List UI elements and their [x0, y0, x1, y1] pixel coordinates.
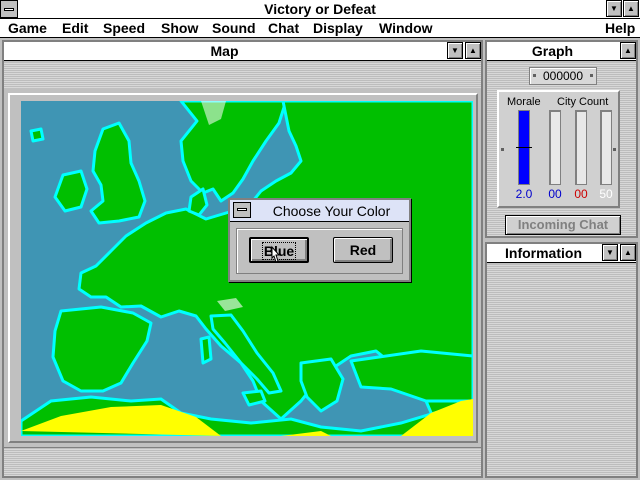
information-minimize-button[interactable]: ▼ [602, 244, 618, 261]
incoming-chat-label: Incoming Chat [517, 217, 609, 232]
map-title: Map [210, 43, 239, 59]
choose-color-dialog: Choose Your Color Blue Red [228, 198, 411, 282]
information-title-bar: Information ▼ ▲ [487, 244, 636, 263]
information-title: Information [505, 245, 582, 261]
score-counter: 000000 [529, 67, 597, 85]
menu-show[interactable]: Show [161, 20, 198, 36]
red-button-label: Red [349, 242, 377, 258]
morale-meter-marker [516, 147, 532, 148]
maximize-button[interactable]: ▲ [623, 0, 639, 17]
city-meter-red [575, 110, 587, 185]
graph-maximize-button[interactable]: ▲ [620, 42, 636, 59]
city-meter-white [600, 110, 612, 185]
city-count-label: City Count [557, 96, 609, 108]
morale-meter [516, 110, 532, 185]
graph-meters: Morale City Count 2.0 00 00 50 [497, 90, 620, 208]
score-counter-value: 000000 [542, 69, 584, 83]
graph-title-bar: Graph ▲ [487, 42, 636, 61]
menu-display[interactable]: Display [313, 20, 363, 36]
app-title: Victory or Defeat [264, 1, 376, 17]
app-title-bar: Victory or Defeat ▼ ▲ [0, 0, 640, 19]
menu-game[interactable]: Game [8, 20, 47, 36]
map-title-bar: Map ▼ ▲ [4, 42, 481, 61]
morale-value: 2.0 [515, 187, 533, 201]
map-toolbar-area [4, 62, 481, 88]
total-city-count: 50 [599, 187, 613, 201]
mouse-cursor-icon [271, 245, 281, 263]
map-minimize-button[interactable]: ▼ [447, 42, 463, 59]
red-button[interactable]: Red [333, 237, 393, 263]
incoming-chat-button[interactable]: Incoming Chat [505, 215, 621, 235]
map-maximize-button[interactable]: ▲ [465, 42, 481, 59]
map-status-area [4, 447, 481, 476]
dialog-body: Blue Red [236, 228, 403, 274]
menu-edit[interactable]: Edit [62, 20, 88, 36]
city-meter-blue [549, 110, 561, 185]
menu-sound[interactable]: Sound [212, 20, 256, 36]
minimize-button[interactable]: ▼ [606, 0, 622, 17]
graph-title: Graph [531, 43, 574, 59]
dialog-system-menu-button[interactable] [233, 202, 251, 218]
counter-left-dot [533, 74, 536, 77]
meter-right-dot [613, 148, 616, 151]
information-window: Information ▼ ▲ [485, 242, 638, 478]
morale-label: Morale [507, 96, 541, 108]
meter-left-dot [501, 148, 504, 151]
information-body [487, 264, 636, 476]
dialog-title-bar: Choose Your Color [230, 200, 409, 222]
menu-chat[interactable]: Chat [268, 20, 299, 36]
menu-speed[interactable]: Speed [103, 20, 145, 36]
menu-window[interactable]: Window [379, 20, 433, 36]
dialog-title: Choose Your Color [272, 203, 391, 219]
menu-help[interactable]: Help [605, 20, 635, 36]
menu-bar: Game Edit Speed Show Sound Chat Display … [0, 19, 640, 38]
information-maximize-button[interactable]: ▲ [620, 244, 636, 261]
counter-right-dot [590, 74, 593, 77]
